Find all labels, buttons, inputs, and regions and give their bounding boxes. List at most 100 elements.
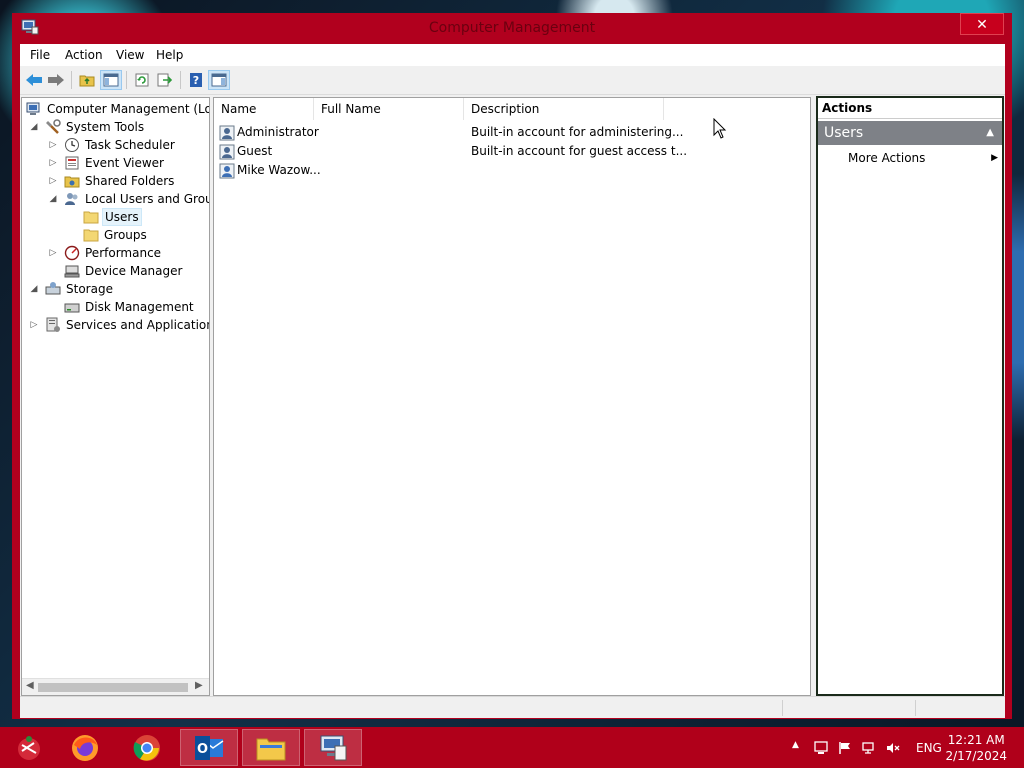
forward-button[interactable]	[45, 70, 67, 90]
collapse-up-icon[interactable]: ▲	[986, 121, 994, 145]
menu-file[interactable]: File	[30, 48, 50, 62]
device-manager-icon	[64, 265, 80, 278]
taskbar-chrome[interactable]	[118, 729, 176, 766]
collapse-arrow-icon[interactable]: ◢	[29, 118, 39, 136]
up-folder-icon	[79, 75, 95, 87]
flag-icon[interactable]	[838, 741, 852, 755]
scroll-right-icon[interactable]: ▶	[195, 680, 203, 691]
system-tray: ▲ ENG	[790, 727, 942, 768]
start-button[interactable]	[0, 729, 58, 766]
language-indicator[interactable]: ENG	[916, 741, 942, 755]
up-one-level-button[interactable]	[76, 70, 98, 90]
actions-group-label: Users	[824, 125, 864, 141]
toolbar-separator	[71, 71, 72, 89]
close-button[interactable]: ✕	[960, 13, 1004, 35]
user-account-icon	[219, 125, 235, 141]
expand-arrow-icon[interactable]: ▷	[48, 172, 58, 190]
user-account-icon	[219, 163, 235, 179]
tree-label: Performance	[85, 246, 162, 260]
column-header-description[interactable]: Description	[464, 98, 664, 120]
tree-label: Storage	[66, 282, 113, 296]
tree-label: Event Viewer	[85, 156, 164, 170]
menu-bar: File Action View Help	[20, 44, 1005, 66]
services-icon	[46, 317, 60, 332]
show-hidden-icons-icon[interactable]: ▲	[792, 740, 799, 750]
expand-arrow-icon[interactable]: ▷	[48, 154, 58, 172]
row-description: Built-in account for administering...	[471, 125, 684, 139]
expand-arrow-icon[interactable]: ▷	[48, 136, 58, 154]
tree-label: Task Scheduler	[85, 138, 175, 152]
export-list-button[interactable]	[154, 70, 176, 90]
show-hide-action-pane-button[interactable]	[208, 70, 230, 90]
mouse-cursor-icon	[713, 118, 727, 139]
collapse-arrow-icon[interactable]: ◢	[29, 280, 39, 298]
tree-label: Local Users and Groups	[85, 192, 209, 206]
help-button[interactable]: ?	[185, 70, 207, 90]
tree-label: Computer Management (Local	[47, 102, 210, 116]
action-center-icon[interactable]	[814, 741, 828, 755]
computer-management-icon	[320, 735, 347, 760]
svg-text:?: ?	[193, 74, 199, 87]
scrollbar-thumb[interactable]	[38, 683, 188, 692]
chrome-icon	[133, 734, 160, 761]
scroll-left-icon[interactable]: ◀	[26, 680, 34, 691]
menu-action[interactable]: Action	[65, 48, 103, 62]
performance-icon	[64, 245, 80, 261]
row-name: Administrator	[237, 125, 319, 139]
forward-arrow-icon	[48, 74, 64, 86]
title-bar[interactable]: Computer Management ✕	[12, 13, 1012, 44]
export-list-icon	[157, 73, 173, 87]
client-area: Computer Management (Local ◢ System Tool…	[20, 95, 1005, 696]
tree-label: Services and Applications	[66, 318, 210, 332]
window-title: Computer Management	[428, 20, 596, 36]
clock[interactable]: 12:21 AM 2/17/2024	[945, 732, 1007, 764]
taskbar: O ▲ ENG 12:21 AM 2/17/2024	[0, 727, 1024, 768]
refresh-icon	[135, 73, 149, 87]
expand-arrow-icon[interactable]: ▷	[29, 316, 39, 334]
submenu-arrow-icon: ▶	[991, 153, 998, 163]
users-group-icon	[65, 193, 78, 205]
users-list-view: Name Full Name Description Administrator…	[213, 97, 811, 696]
storage-icon	[45, 282, 61, 295]
toolbar: ?	[20, 66, 1005, 95]
actions-group-users[interactable]: Users ▲	[818, 121, 1002, 145]
row-description: Built-in account for guest access t...	[471, 144, 688, 158]
table-row[interactable]: Guest Built-in account for guest access …	[214, 142, 810, 161]
status-divider	[782, 700, 783, 716]
refresh-button[interactable]	[131, 70, 153, 90]
back-arrow-icon	[26, 74, 42, 86]
disk-management-icon	[64, 303, 80, 313]
user-account-icon	[219, 144, 235, 160]
back-button[interactable]	[23, 70, 45, 90]
menu-view[interactable]: View	[116, 48, 144, 62]
collapse-arrow-icon[interactable]: ◢	[48, 190, 58, 208]
tree-horizontal-scrollbar[interactable]: ◀ ▶	[22, 678, 209, 695]
actions-header: Actions	[818, 98, 1002, 119]
expand-arrow-icon[interactable]: ▷	[48, 244, 58, 262]
column-header-full-name[interactable]: Full Name	[314, 98, 464, 120]
clock-icon	[65, 138, 79, 152]
toolbar-separator	[180, 71, 181, 89]
tree-label: Users	[102, 208, 142, 226]
taskbar-firefox[interactable]	[56, 729, 114, 766]
taskbar-computer-management[interactable]	[304, 729, 362, 766]
volume-muted-icon[interactable]	[886, 741, 900, 755]
computer-management-window: Computer Management ✕ File Action View H…	[12, 13, 1012, 719]
network-icon[interactable]	[862, 741, 876, 755]
taskbar-file-explorer[interactable]	[242, 729, 300, 766]
folder-icon	[83, 229, 99, 242]
show-hide-console-tree-button[interactable]	[100, 70, 122, 90]
toolbar-separator	[126, 71, 127, 89]
taskbar-outlook[interactable]: O	[180, 729, 238, 766]
more-actions-item[interactable]: More Actions ▶	[848, 149, 998, 167]
table-row[interactable]: Mike Wazow...	[214, 161, 810, 180]
menu-help[interactable]: Help	[156, 48, 183, 62]
firefox-icon	[72, 734, 98, 761]
column-header-name[interactable]: Name	[214, 98, 314, 120]
actions-pane: Actions Users ▲ More Actions ▶	[816, 96, 1004, 696]
tree-label: Shared Folders	[85, 174, 175, 188]
status-bar	[20, 696, 1005, 718]
more-actions-label: More Actions	[848, 151, 926, 165]
row-name: Mike Wazow...	[237, 163, 321, 177]
file-explorer-icon	[256, 738, 286, 760]
